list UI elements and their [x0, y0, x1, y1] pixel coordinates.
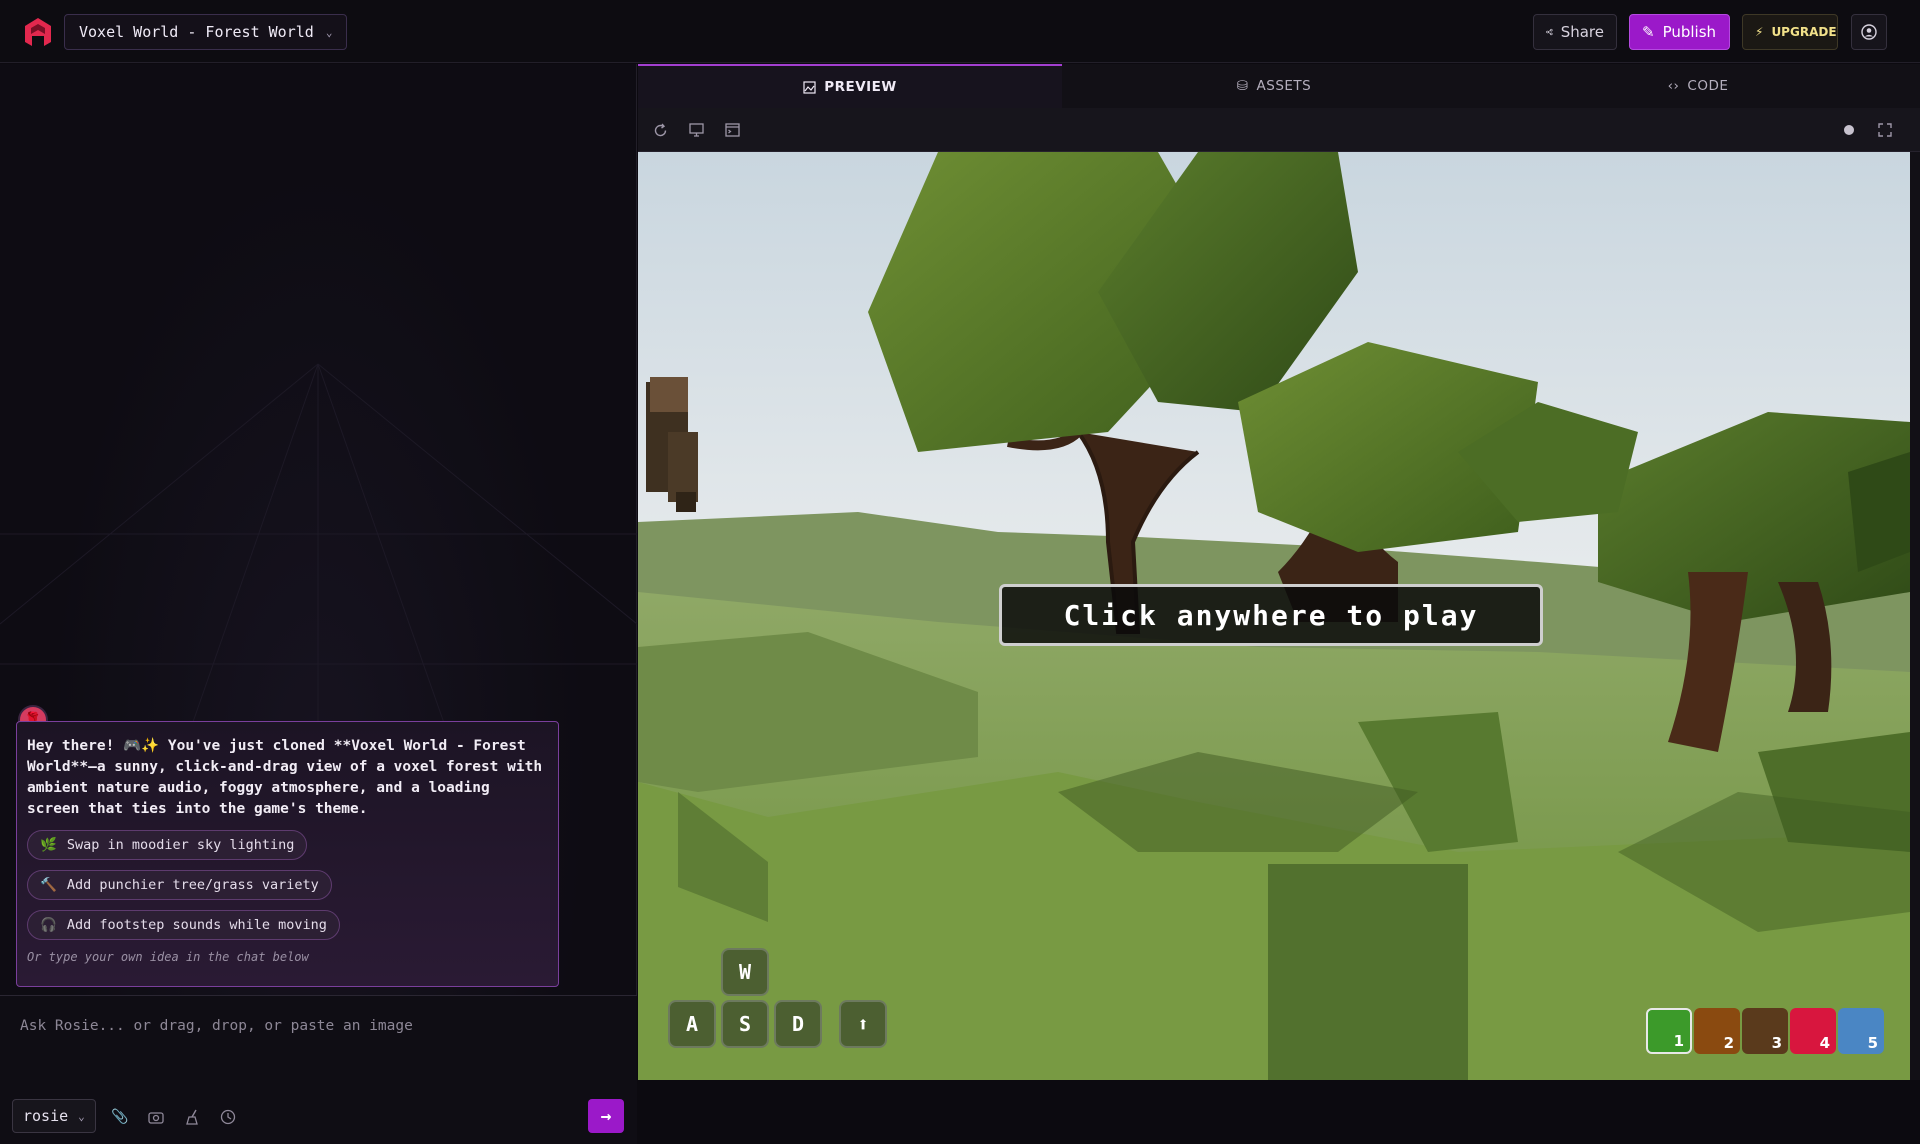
key-jump: ⬆: [839, 1000, 887, 1048]
user-icon: [1861, 24, 1877, 40]
hammer-icon: 🔨: [40, 877, 57, 893]
chat-panel: 🌹 Hey there! 🎮✨ You've just cloned **Vox…: [0, 64, 637, 1144]
arrow-right-icon: →: [600, 1105, 612, 1127]
suggestion-chip[interactable]: 🌿 Swap in moodier sky lighting: [27, 830, 308, 860]
attach-icon[interactable]: 📎: [110, 1107, 130, 1127]
hotbar-slot[interactable]: 1: [1646, 1008, 1692, 1054]
refresh-icon[interactable]: [650, 120, 670, 140]
tab-label: PREVIEW: [824, 79, 897, 95]
top-bar: Voxel World - Forest World ⌄ Share ✎ Pub…: [0, 0, 1920, 63]
record-icon[interactable]: [1839, 120, 1859, 140]
leaf-icon: 🌿: [40, 837, 57, 853]
hotbar-slot-number: 2: [1723, 1034, 1734, 1052]
key-w: W: [721, 948, 769, 996]
hotbar-slot-number: 3: [1771, 1034, 1782, 1052]
assistant-message-card: Hey there! 🎮✨ You've just cloned **Voxel…: [16, 721, 559, 987]
broom-icon[interactable]: [183, 1107, 203, 1127]
hotbar-slot[interactable]: 4: [1790, 1008, 1836, 1054]
tab-preview[interactable]: PREVIEW: [638, 64, 1062, 108]
headphones-icon: 🎧: [40, 917, 57, 933]
key-a: A: [668, 1000, 716, 1048]
share-button[interactable]: Share: [1533, 14, 1617, 50]
assets-icon: ⛁: [1236, 78, 1249, 94]
share-label: Share: [1560, 23, 1604, 41]
game-viewport[interactable]: Click anywhere to play W A S D ⬆ 1 2 3 4 5: [638, 152, 1910, 1080]
chat-composer[interactable]: Ask Rosie... or drag, drop, or paste an …: [0, 995, 637, 1144]
click-to-play-overlay[interactable]: Click anywhere to play: [999, 584, 1543, 646]
send-button[interactable]: →: [588, 1099, 624, 1133]
hotbar-slot[interactable]: 5: [1838, 1008, 1884, 1054]
code-icon: ‹›: [1667, 78, 1680, 94]
image-icon: [803, 80, 816, 94]
user-menu-button[interactable]: [1851, 14, 1887, 50]
publish-button[interactable]: ✎ Publish: [1629, 14, 1730, 50]
key-d: D: [774, 1000, 822, 1048]
preview-toolbar: [638, 108, 1920, 152]
history-icon[interactable]: [218, 1107, 238, 1127]
upgrade-label: UPGRADE: [1771, 25, 1837, 39]
chat-hint: Or type your own idea in the chat below: [27, 950, 309, 964]
model-label: rosie: [23, 1107, 69, 1125]
project-title: Voxel World - Forest World: [79, 23, 314, 41]
camera-icon[interactable]: [146, 1107, 166, 1127]
publish-label: Publish: [1662, 23, 1717, 41]
model-select[interactable]: rosie ⌄: [12, 1099, 96, 1133]
chevron-down-icon: ⌄: [325, 25, 333, 39]
preview-panel: PREVIEW ⛁ ASSETS ‹› CODE Click anywhere …: [638, 64, 1920, 1080]
upgrade-button[interactable]: ⚡ UPGRADE: [1742, 14, 1838, 50]
hotbar-slot[interactable]: 2: [1694, 1008, 1740, 1054]
tab-label: CODE: [1687, 78, 1729, 94]
console-icon[interactable]: [722, 120, 742, 140]
hotbar-slot-number: 5: [1867, 1034, 1878, 1052]
hotbar-slot[interactable]: 3: [1742, 1008, 1788, 1054]
suggestion-list: 🌿 Swap in moodier sky lighting 🔨 Add pun…: [27, 820, 548, 940]
chat-input[interactable]: Ask Rosie... or drag, drop, or paste an …: [20, 1018, 413, 1034]
suggestion-chip[interactable]: 🔨 Add punchier tree/grass variety: [27, 870, 332, 900]
suggestion-label: Add punchier tree/grass variety: [66, 877, 319, 893]
panel-tabs: PREVIEW ⛁ ASSETS ‹› CODE: [638, 64, 1920, 108]
fullscreen-icon[interactable]: [1875, 120, 1895, 140]
desktop-icon[interactable]: [686, 120, 706, 140]
voxel-dog: [646, 377, 698, 512]
tab-code[interactable]: ‹› CODE: [1486, 64, 1910, 108]
suggestion-label: Add footstep sounds while moving: [66, 917, 327, 933]
share-icon: [1546, 28, 1553, 36]
pencil-icon: ✎: [1642, 23, 1655, 41]
tab-label: ASSETS: [1256, 78, 1312, 94]
chevron-down-icon: ⌄: [78, 1109, 85, 1123]
key-s: S: [721, 1000, 769, 1048]
project-select[interactable]: Voxel World - Forest World ⌄: [64, 14, 348, 50]
assistant-message: Hey there! 🎮✨ You've just cloned **Voxel…: [27, 738, 551, 817]
hotbar-slot-number: 1: [1673, 1032, 1684, 1050]
rosebud-logo-icon[interactable]: [22, 16, 54, 48]
suggestion-label: Swap in moodier sky lighting: [66, 837, 295, 853]
hotbar-slot-number: 4: [1819, 1034, 1830, 1052]
tab-assets[interactable]: ⛁ ASSETS: [1062, 64, 1486, 108]
lightning-icon: ⚡: [1755, 25, 1764, 39]
suggestion-chip[interactable]: 🎧 Add footstep sounds while moving: [27, 910, 340, 940]
